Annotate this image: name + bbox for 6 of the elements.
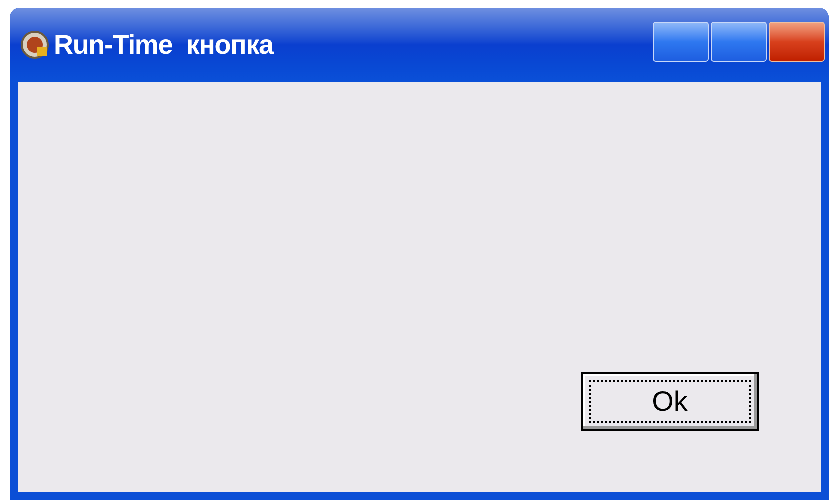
minimize-button[interactable] [653,22,709,62]
app-icon [20,30,50,60]
ok-button[interactable]: Ok [581,372,759,431]
close-button[interactable] [769,22,825,62]
window-title: Run-Time кнопка [54,28,274,62]
maximize-button[interactable] [711,22,767,62]
